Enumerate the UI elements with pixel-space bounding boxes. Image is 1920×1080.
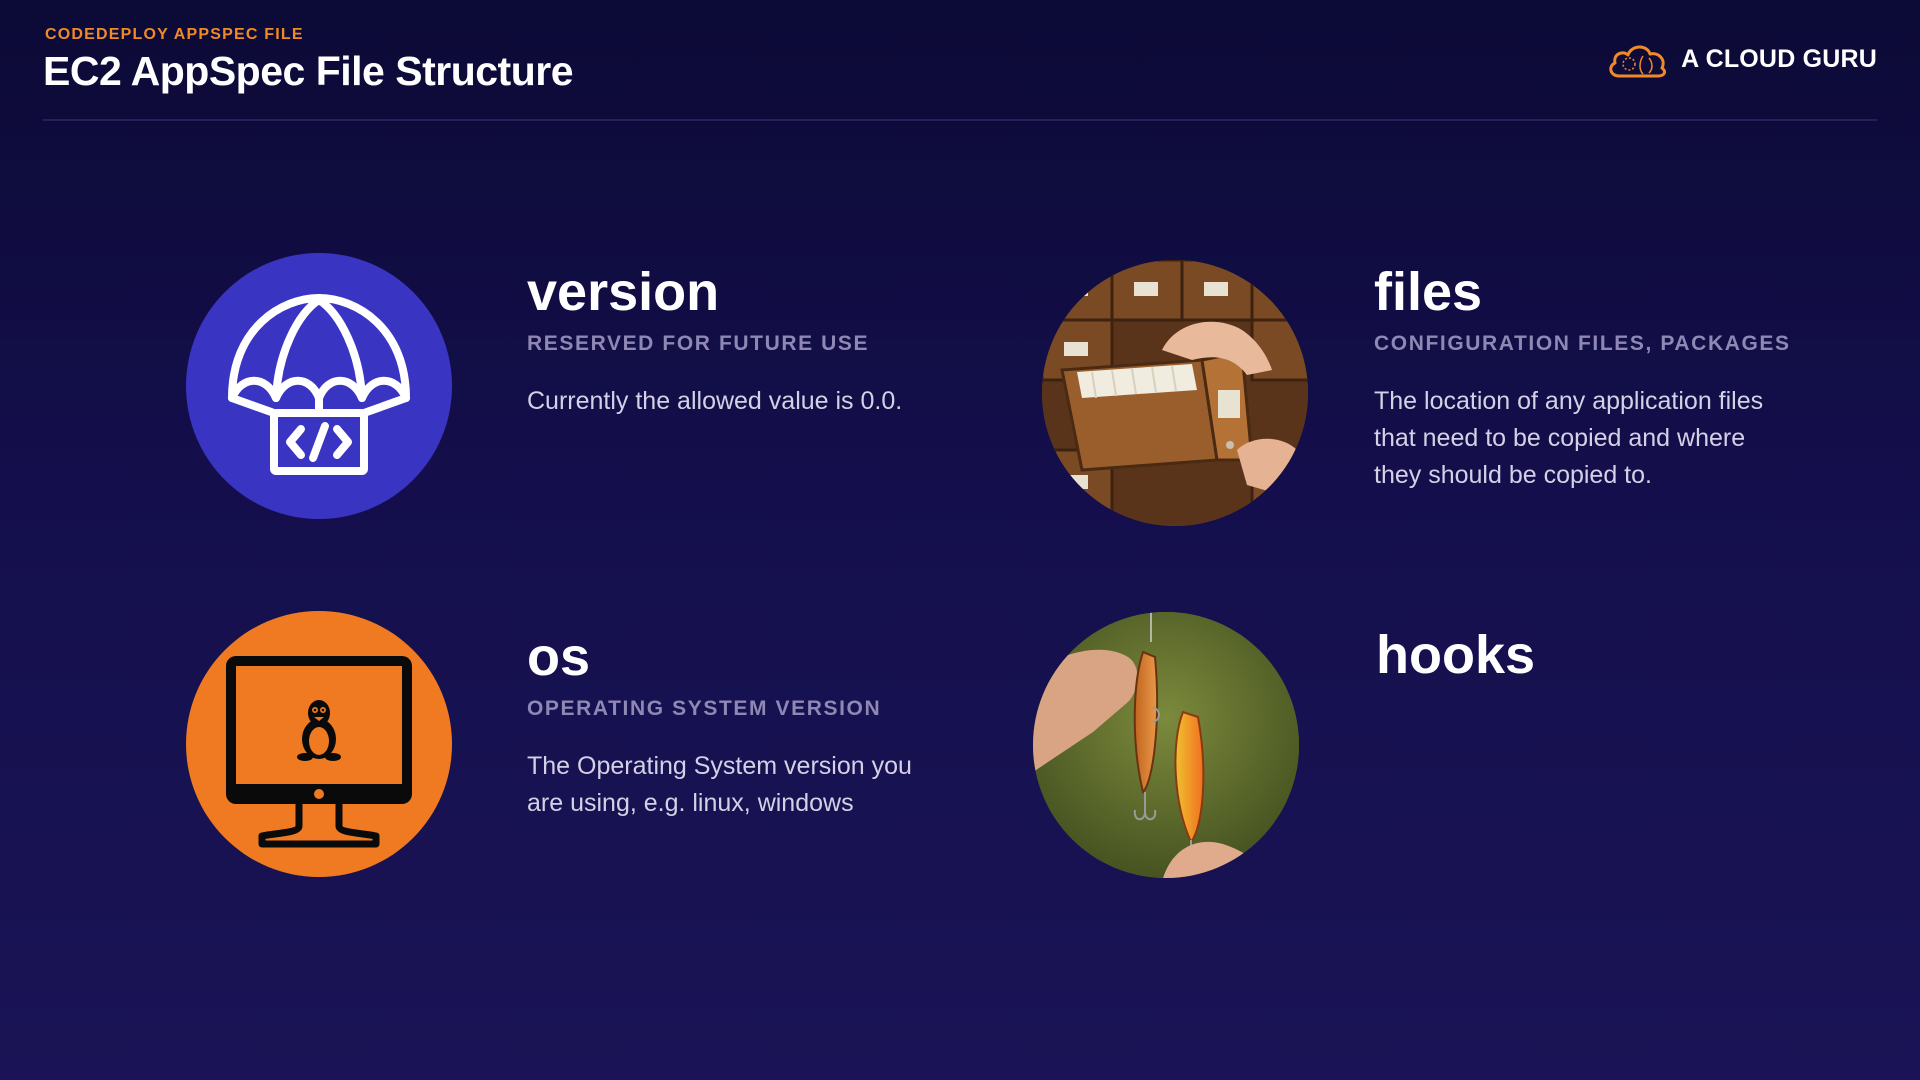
version-description: Currently the allowed value is 0.0. — [527, 387, 903, 415]
parachute-code-icon — [186, 253, 452, 519]
section-eyebrow: CODEDEPLOY APPSPEC FILE — [45, 26, 304, 43]
fishing-lure-hooks-photo — [1033, 612, 1299, 878]
cloud-logo-icon — [1609, 45, 1667, 78]
os-subheading: OPERATING SYSTEM VERSION — [527, 697, 882, 720]
os-description: The Operating System version you are usi… — [527, 752, 912, 817]
brand-logo: A CLOUD GURU — [1605, 38, 1877, 80]
header-divider — [43, 119, 1877, 121]
version-subheading: RESERVED FOR FUTURE USE — [527, 332, 870, 355]
os-heading: os — [527, 627, 591, 687]
card-catalog-drawer-photo — [1042, 260, 1308, 526]
files-subheading: CONFIGURATION FILES, PACKAGES — [1374, 332, 1791, 355]
files-description: The location of any application files th… — [1374, 387, 1764, 489]
hooks-heading: hooks — [1376, 625, 1536, 685]
monitor-linux-penguin-icon — [186, 611, 452, 877]
files-heading: files — [1374, 262, 1483, 322]
brand-name: A CLOUD GURU — [1681, 44, 1877, 73]
slide-title: EC2 AppSpec File Structure — [43, 48, 574, 94]
version-heading: version — [527, 262, 720, 322]
